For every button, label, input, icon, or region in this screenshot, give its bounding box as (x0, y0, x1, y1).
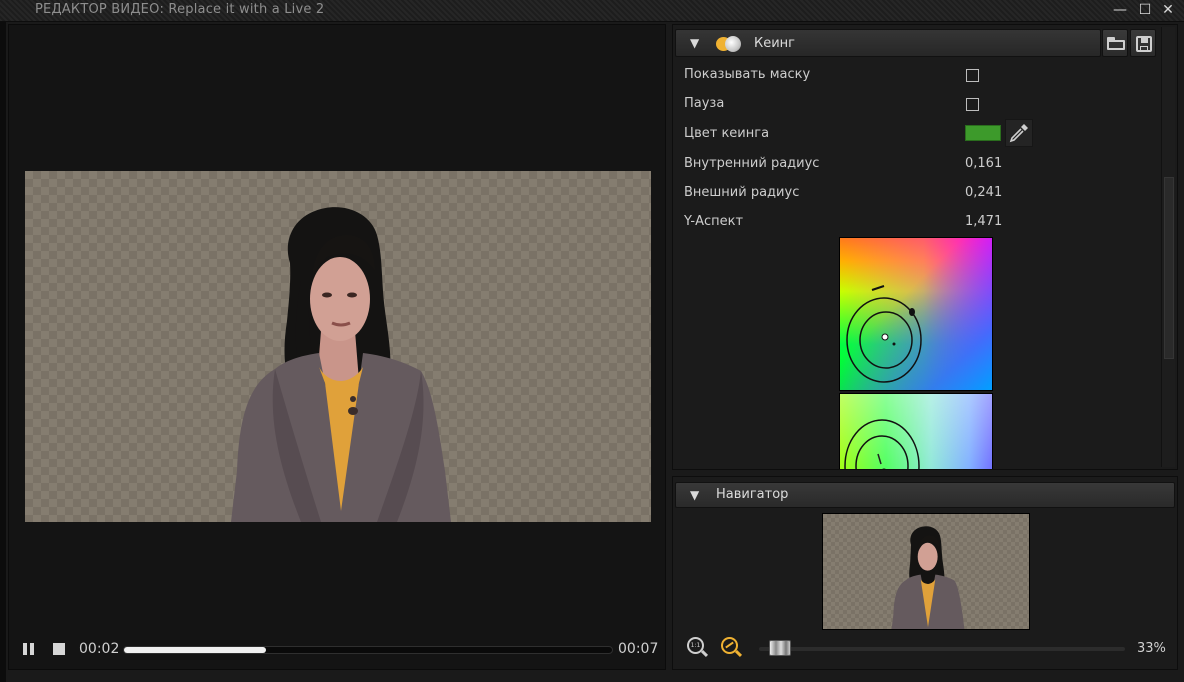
pause-icon[interactable] (22, 642, 36, 656)
save-icon (1136, 36, 1152, 52)
key-radius-ellipses-bottom (844, 419, 920, 469)
outer-radius-value[interactable]: 0,241 (965, 185, 1002, 200)
folder-open-icon (1107, 37, 1125, 50)
zoom-fit-icon[interactable]: 1:1 (687, 637, 709, 659)
keying-panel: ▼ Кеинг Показывать маску Пауза Цвет кеин… (672, 24, 1178, 470)
playback-progress-fill (124, 647, 266, 653)
close-button[interactable]: ✕ (1159, 1, 1177, 19)
total-time: 00:07 (618, 641, 659, 657)
stop-icon[interactable] (53, 643, 65, 655)
zoom-auto-icon[interactable] (721, 637, 743, 659)
keying-title: Кеинг (754, 36, 796, 51)
zoom-slider-track[interactable] (759, 647, 1125, 651)
window-title: РЕДАКТОР ВИДЕО: Replace it with a Live 2 (35, 2, 325, 17)
navigator-header[interactable]: ▼ Навигатор (675, 482, 1175, 508)
presenter-video (231, 207, 451, 522)
chroma-key-color-map-top[interactable] (839, 237, 993, 391)
pause-label: Пауза (684, 96, 725, 111)
keying-header[interactable]: ▼ Кеинг (675, 29, 1101, 57)
presenter-thumbnail (891, 526, 965, 629)
collapse-arrow-icon[interactable]: ▼ (690, 488, 699, 502)
keying-effect-icon (716, 36, 742, 52)
collapse-arrow-icon[interactable]: ▼ (690, 36, 699, 50)
video-preview-panel: 00:02 00:07 (8, 24, 666, 670)
zoom-slider-handle[interactable] (769, 640, 792, 656)
minimize-button[interactable]: — (1111, 1, 1129, 19)
open-preset-button[interactable] (1102, 29, 1128, 57)
zoom-level: 33% (1137, 641, 1166, 656)
key-radius-ellipses (846, 285, 922, 383)
chroma-key-color-map-bottom[interactable] (839, 393, 993, 469)
key-color-swatch[interactable] (965, 125, 1001, 141)
navigator-title: Навигатор (716, 487, 789, 502)
eyedropper-icon (1009, 124, 1028, 143)
y-aspect-label: Y-Аспект (684, 214, 744, 229)
desktop-edge (0, 22, 6, 682)
keying-scrollbar-thumb[interactable] (1164, 177, 1174, 359)
title-bar: РЕДАКТОР ВИДЕО: Replace it with a Live 2… (0, 0, 1184, 22)
y-aspect-value[interactable]: 1,471 (965, 214, 1002, 229)
maximize-button[interactable]: ☐ (1136, 1, 1154, 19)
save-preset-button[interactable] (1130, 29, 1156, 57)
eyedropper-button[interactable] (1005, 119, 1033, 147)
key-color-label: Цвет кеинга (684, 126, 770, 141)
video-frame[interactable] (25, 171, 651, 522)
navigator-thumbnail[interactable] (822, 513, 1030, 630)
transport-bar: 00:02 00:07 (9, 631, 665, 669)
show-mask-checkbox[interactable] (966, 69, 979, 82)
keying-scrollbar[interactable] (1161, 27, 1175, 467)
outer-radius-label: Внешний радиус (684, 185, 800, 200)
inner-radius-label: Внутренний радиус (684, 156, 820, 171)
pause-checkbox[interactable] (966, 98, 979, 111)
show-mask-label: Показывать маску (684, 67, 811, 82)
playback-progress[interactable] (123, 646, 613, 654)
current-time: 00:02 (79, 641, 120, 657)
navigator-panel: ▼ Навигатор 1:1 33% (672, 476, 1178, 670)
inner-radius-value[interactable]: 0,161 (965, 156, 1002, 171)
